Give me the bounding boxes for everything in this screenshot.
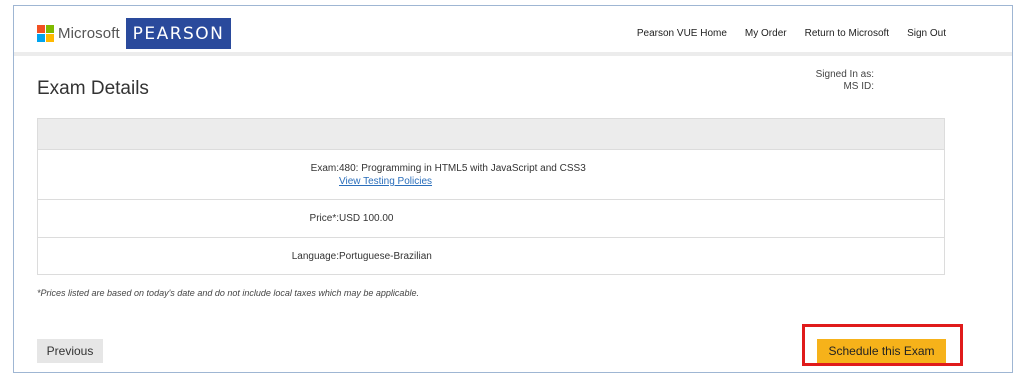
exam-label: Exam: [310,163,339,174]
exam-value: 480: Programming in HTML5 with JavaScrip… [339,163,586,174]
nav-sign-out[interactable]: Sign Out [907,28,946,39]
microsoft-label: Microsoft [58,25,120,42]
top-nav: Pearson VUE Home My Order Return to Micr… [637,28,946,39]
schedule-exam-button[interactable]: Schedule this Exam [817,339,946,363]
price-footnote: *Prices listed are based on today's date… [37,288,419,298]
view-testing-policies-link[interactable]: View Testing Policies [339,176,432,187]
signed-in-info: Signed In as: MS ID: [814,69,874,93]
price-row: Price*: USD 100.00 [38,200,944,238]
exam-row: Exam: 480: Programming in HTML5 with Jav… [38,150,944,200]
pearson-logo[interactable]: PEARSON [126,18,231,49]
price-label: Price*: [309,213,339,224]
price-value: USD 100.00 [339,213,394,224]
previous-button[interactable]: Previous [37,339,103,363]
microsoft-logo[interactable]: Microsoft [37,25,120,42]
language-row: Language: Portuguese-Brazilian [38,238,944,275]
header: Microsoft PEARSON Pearson VUE Home My Or… [14,6,1012,56]
details-header-band [38,119,944,150]
nav-my-order[interactable]: My Order [745,28,787,39]
ms-id-label: MS ID: [843,81,874,92]
signed-in-label: Signed In as: [815,69,874,80]
language-label: Language: [291,251,339,262]
exam-details-table: Exam: 480: Programming in HTML5 with Jav… [37,118,945,275]
page-title: Exam Details [37,78,149,99]
language-value: Portuguese-Brazilian [339,251,432,262]
microsoft-windows-icon [37,25,54,42]
nav-pearson-vue-home[interactable]: Pearson VUE Home [637,28,727,39]
nav-return-to-microsoft[interactable]: Return to Microsoft [805,28,889,39]
page-frame: Microsoft PEARSON Pearson VUE Home My Or… [13,5,1013,373]
